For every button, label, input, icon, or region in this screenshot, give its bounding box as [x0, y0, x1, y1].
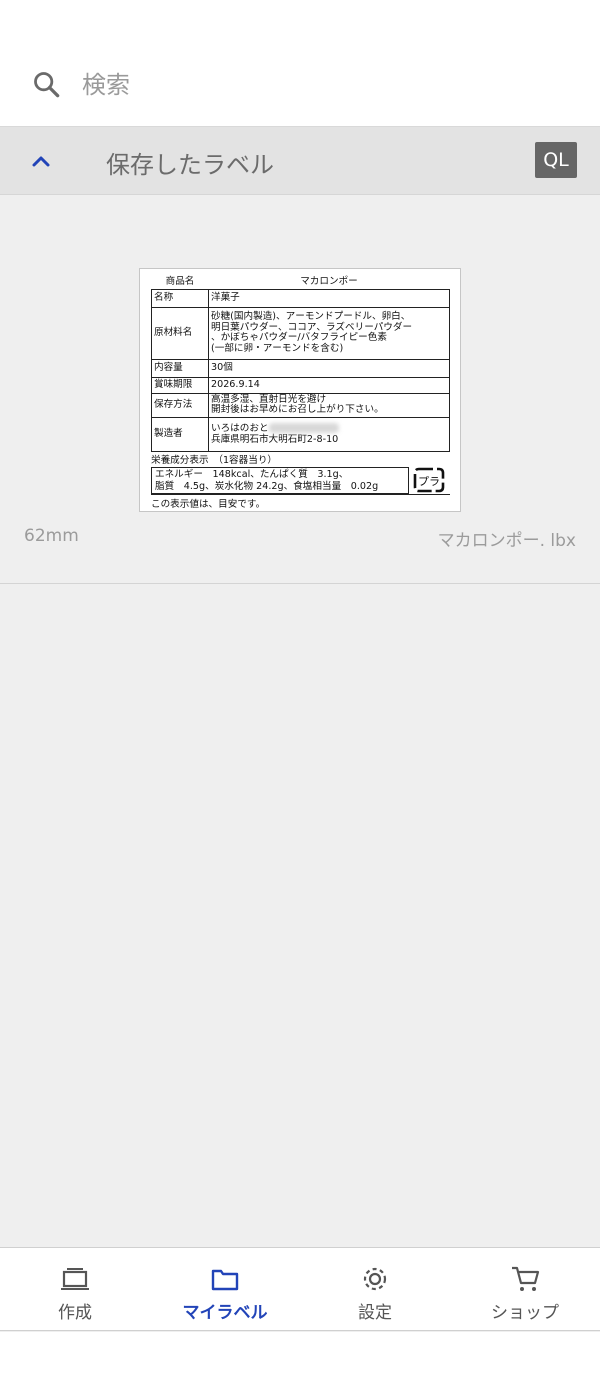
label-footer: この表示値は、目安です。 [151, 494, 450, 510]
nav-my-labels[interactable]: マイラベル [150, 1248, 300, 1332]
saved-labels-header[interactable]: 保存したラベル [0, 127, 600, 195]
manufacturer-value: いろはのおと 兵庫県明石市大明石町2-8-10 [208, 417, 450, 453]
search-input[interactable] [82, 66, 562, 104]
product-name-key: 商品名 [165, 276, 195, 287]
ql-badge: QL [535, 142, 577, 178]
label-card[interactable]: 商品名 マカロンポー 名称 洋菓子 原材料名 砂糖(国内製造)、アーモンドプード… [0, 196, 600, 584]
redacted-blur [268, 423, 339, 434]
nav-label: 設定 [358, 1303, 392, 1323]
row-key: 名称 [151, 288, 209, 308]
gear-icon [363, 1267, 387, 1291]
row-key: 原材料名 [151, 306, 209, 360]
row-key: 内容量 [151, 358, 209, 378]
nutrition-box: エネルギー 148kcal、たんぱく質 3.1g、 脂質 4.5g、炭水化物 2… [151, 467, 409, 494]
nav-settings[interactable]: 設定 [300, 1248, 450, 1332]
ingredients-line: 砂糖(国内製造)、アーモンドプードル、卵白、 [211, 310, 411, 322]
nav-label: マイラベル [182, 1303, 268, 1323]
row-value: 2026.9.14 [208, 376, 450, 394]
search-icon [34, 72, 60, 98]
nav-create[interactable]: 作成 [0, 1248, 150, 1332]
manufacturer-line: 兵庫県明石市大明石町2-8-10 [211, 434, 339, 446]
bottom-navigation: 作成 マイラベル 設定 ショップ [0, 1247, 600, 1331]
nav-shop[interactable]: ショップ [450, 1248, 600, 1332]
manufacturer-line: いろはのおと [211, 423, 269, 435]
storage-value: 高温多湿、直射日光を避け 開封後はお早めにお召し上がり下さい。 [208, 392, 450, 419]
ingredients-line: (一部に卵・アーモンドを含む) [211, 342, 344, 354]
row-key: 賞味期限 [151, 376, 209, 394]
nutrition-block: 栄養成分表示 （1容器当り） エネルギー 148kcal、たんぱく質 3.1g、… [151, 455, 450, 494]
chevron-up-icon[interactable] [30, 150, 52, 172]
label-thumbnail[interactable]: 商品名 マカロンポー 名称 洋菓子 原材料名 砂糖(国内製造)、アーモンドプード… [139, 268, 461, 512]
nav-label: 作成 [58, 1303, 92, 1323]
section-title: 保存したラベル [106, 151, 274, 179]
label-info-table: 商品名 マカロンポー 名称 洋菓子 原材料名 砂糖(国内製造)、アーモンドプード… [151, 275, 450, 453]
cart-icon [512, 1266, 540, 1291]
bottom-spacer [0, 1332, 600, 1400]
storage-line: 開封後はお早めにお召し上がり下さい。 [211, 404, 384, 416]
row-value: 30個 [208, 358, 450, 378]
nutrition-line: 脂質 4.5g、炭水化物 24.2g、食塩相当量 0.02g [155, 481, 379, 492]
label-filename: マカロンポー. lbx [437, 531, 576, 551]
nutrition-title: 栄養成分表示 （1容器当り） [151, 455, 278, 466]
row-key: 製造者 [151, 417, 209, 453]
create-icon [61, 1268, 89, 1290]
row-key: 保存方法 [151, 392, 209, 419]
label-size: 62mm [24, 526, 79, 546]
recycle-mark-icon: プラ [413, 467, 445, 493]
ingredients-value: 砂糖(国内製造)、アーモンドプードル、卵白、 明日葉パウダー、ココア、ラズベリー… [208, 306, 450, 360]
search-bar [0, 52, 600, 116]
nutrition-line: エネルギー 148kcal、たんぱく質 3.1g、 [155, 469, 349, 480]
product-name-value: マカロンポー [300, 276, 358, 287]
row-value: 洋菓子 [208, 288, 450, 308]
folder-icon [211, 1269, 239, 1291]
recycle-mark-text: プラ [418, 475, 440, 488]
nav-label: ショップ [491, 1303, 559, 1323]
